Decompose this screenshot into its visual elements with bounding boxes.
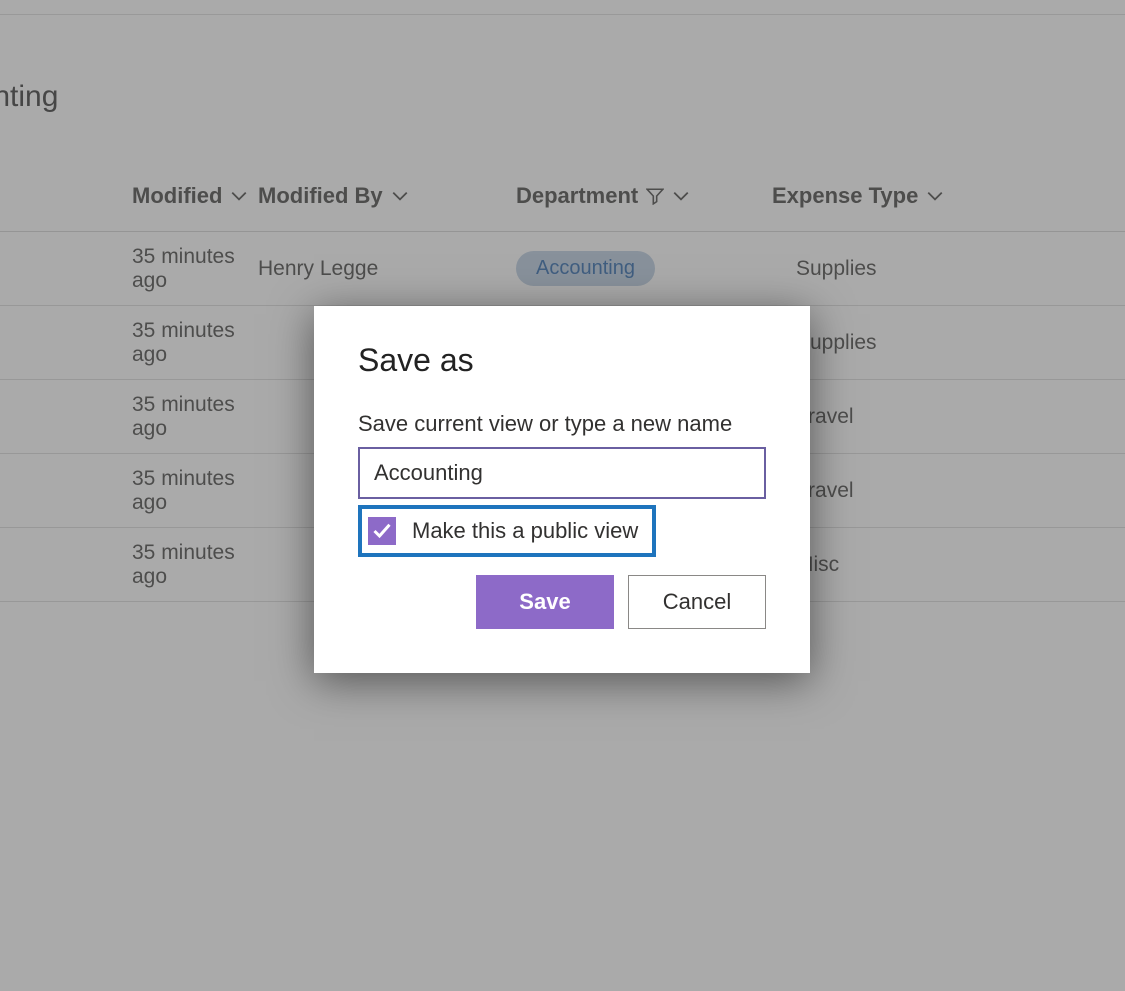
public-view-highlight: Make this a public view: [358, 505, 656, 557]
dialog-label: Save current view or type a new name: [358, 411, 766, 437]
dialog-buttons: Save Cancel: [358, 575, 766, 629]
modal-overlay: Save as Save current view or type a new …: [0, 0, 1125, 991]
view-name-input[interactable]: [358, 447, 766, 499]
save-button[interactable]: Save: [476, 575, 614, 629]
save-as-dialog: Save as Save current view or type a new …: [314, 306, 810, 673]
public-view-checkbox[interactable]: [368, 517, 396, 545]
cancel-button[interactable]: Cancel: [628, 575, 766, 629]
page: ounting Modified Modified By Department: [0, 0, 1125, 991]
dialog-title: Save as: [358, 342, 766, 379]
public-view-label: Make this a public view: [412, 518, 638, 544]
